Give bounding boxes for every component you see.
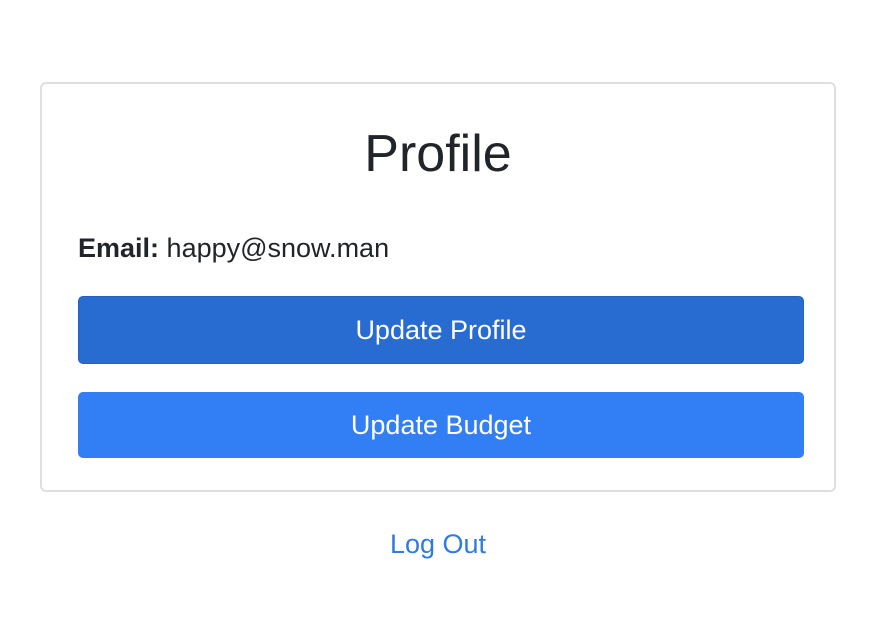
- profile-card: Profile Email: happy@snow.man Update Pro…: [40, 82, 836, 492]
- page-title: Profile: [364, 125, 512, 183]
- email-row: Email: happy@snow.man: [78, 230, 389, 266]
- email-value: happy@snow.man: [166, 233, 390, 263]
- update-profile-button[interactable]: Update Profile: [78, 296, 804, 364]
- update-budget-button[interactable]: Update Budget: [78, 392, 804, 458]
- email-label: Email:: [78, 233, 160, 263]
- log-out-link[interactable]: Log Out: [0, 526, 876, 562]
